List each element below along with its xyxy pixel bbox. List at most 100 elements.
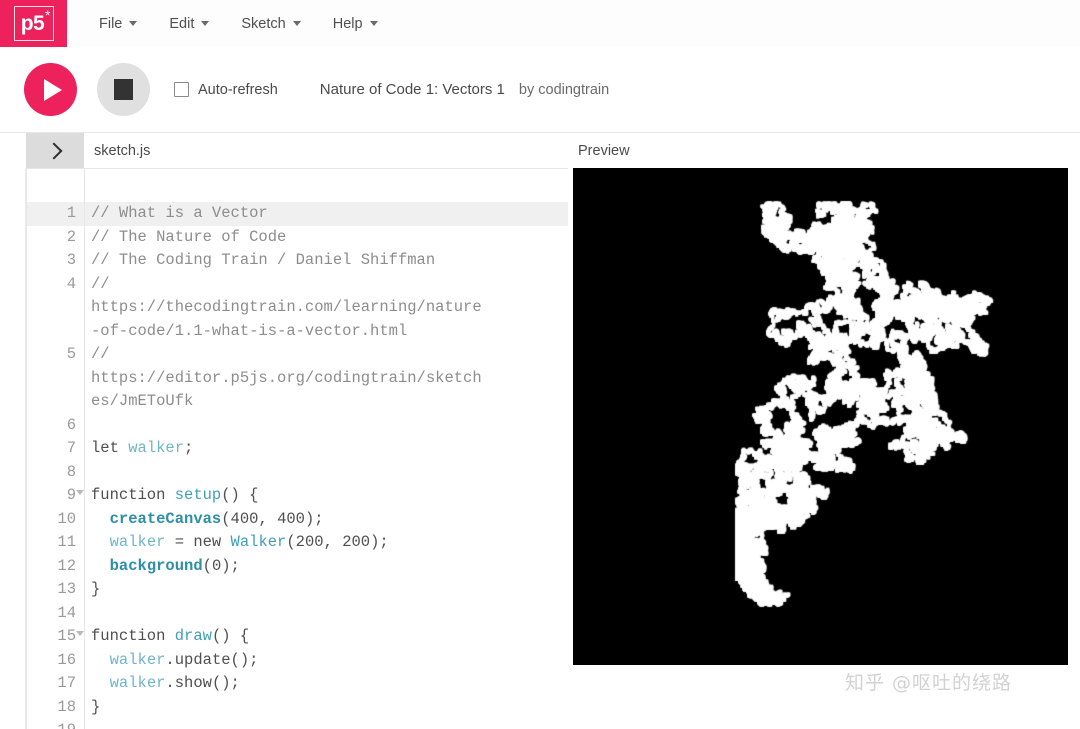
- sketch-canvas-container[interactable]: [573, 168, 1068, 665]
- code-token: walker: [109, 650, 166, 669]
- line-number: 8: [66, 462, 76, 481]
- chevron-right-icon: [45, 142, 62, 159]
- code-token: https://editor.p5js.org/codingtrain/sket…: [91, 368, 482, 387]
- code-token: =: [165, 533, 194, 551]
- auto-refresh-toggle[interactable]: Auto-refresh: [174, 82, 278, 98]
- sketch-title[interactable]: Nature of Code 1: Vectors 1: [320, 81, 505, 98]
- file-tab-label: sketch.js: [94, 142, 151, 159]
- line-number: 7: [66, 439, 76, 457]
- editor-gutter: 12345678910111213141516171819: [27, 169, 85, 729]
- code-token: -of-code/1.1-what-is-a-vector.html: [91, 321, 408, 340]
- code-editor[interactable]: 12345678910111213141516171819 // What is…: [26, 168, 568, 729]
- chevron-down-icon: [292, 21, 301, 26]
- line-number: 11: [57, 533, 76, 551]
- sketch-author[interactable]: by codingtrain: [519, 82, 609, 98]
- code-token: );: [304, 509, 324, 528]
- random-walker-canvas[interactable]: [573, 168, 1068, 665]
- stop-button[interactable]: [97, 63, 150, 116]
- toolbar: Auto-refresh Nature of Code 1: Vectors 1…: [0, 47, 1080, 133]
- menu-item-file-label: File: [99, 15, 123, 32]
- code-line: walker.show();: [85, 672, 568, 696]
- line-number: 14: [57, 603, 76, 622]
- menu-item-file[interactable]: File: [83, 0, 153, 47]
- code-token: setup: [174, 486, 222, 504]
- line-number: [27, 367, 84, 391]
- menu-item-sketch[interactable]: Sketch: [225, 0, 316, 47]
- code-token: }: [91, 697, 101, 716]
- code-token: ,: [258, 509, 278, 528]
- menu-item-edit[interactable]: Edit: [153, 0, 225, 47]
- auto-refresh-checkbox[interactable]: [174, 82, 189, 97]
- code-line: createCanvas(400, 400);: [85, 508, 568, 532]
- play-button[interactable]: [24, 63, 77, 116]
- panel-header-row: sketch.js Preview: [0, 133, 1080, 168]
- p5-logo-text: p5: [20, 12, 45, 35]
- code-token: Walker: [230, 533, 287, 551]
- code-token: ();: [230, 650, 259, 669]
- code-line: -of-code/1.1-what-is-a-vector.html: [85, 320, 568, 344]
- line-number: 1: [27, 202, 84, 226]
- code-token: https://thecodingtrain.com/learning/natu…: [91, 298, 482, 316]
- menu-item-edit-label: Edit: [169, 15, 195, 32]
- code-token: );: [370, 533, 389, 551]
- code-token: 200: [342, 533, 371, 551]
- preview-header: Preview: [578, 133, 630, 168]
- stop-icon: [114, 79, 133, 100]
- code-token: ;: [184, 439, 194, 457]
- line-number: 16: [57, 650, 76, 669]
- code-line: function setup() {: [85, 484, 568, 508]
- code-token: //: [91, 345, 119, 363]
- code-line: //: [85, 343, 568, 367]
- code-token: background: [109, 556, 203, 575]
- p5-logo-star-icon: *: [45, 7, 51, 23]
- menu-item-help-label: Help: [332, 15, 363, 32]
- code-line: // The Nature of Code: [85, 226, 568, 250]
- code-line: }: [85, 696, 568, 720]
- line-number: 4: [66, 274, 76, 293]
- line-number: 13: [57, 580, 76, 598]
- line-number: 19: [27, 719, 84, 729]
- code-token: ();: [211, 674, 240, 692]
- code-line: es/JmEToUfk: [85, 390, 568, 414]
- line-number: 3: [66, 251, 76, 269]
- file-tab-sketch-js[interactable]: sketch.js: [94, 133, 150, 168]
- code-token: walker: [128, 439, 185, 457]
- menu-item-help[interactable]: Help: [317, 0, 394, 47]
- code-token: new: [193, 533, 231, 551]
- code-token: draw: [174, 627, 212, 645]
- code-line: // What is a Vector: [85, 202, 568, 226]
- code-content[interactable]: // What is a Vector // The Nature of Code…: [85, 169, 568, 729]
- chevron-down-icon: [129, 21, 138, 26]
- line-number: 9: [27, 484, 84, 508]
- code-token: // The Nature of Code: [91, 227, 287, 246]
- menu-bar: p5 * File Edit Sketch Help: [0, 0, 1080, 48]
- menu-item-sketch-label: Sketch: [241, 15, 286, 32]
- line-number: 5: [66, 345, 76, 363]
- code-token: );: [221, 556, 240, 575]
- code-token: () {: [221, 486, 259, 504]
- fold-triangle-icon[interactable]: [76, 490, 84, 495]
- play-icon: [44, 78, 62, 101]
- code-token: }: [91, 580, 101, 598]
- preview-pane: [568, 168, 1080, 729]
- code-line: https://editor.p5js.org/codingtrain/sket…: [85, 367, 568, 391]
- code-token: 400: [230, 509, 259, 528]
- sidebar-toggle-button[interactable]: [26, 133, 84, 168]
- zhihu-watermark: 知乎 @呕吐的绕路: [845, 672, 1013, 694]
- fold-triangle-icon[interactable]: [76, 631, 84, 636]
- code-line: function draw() {: [85, 625, 568, 649]
- code-token: (: [202, 556, 212, 575]
- code-line: background(0);: [85, 555, 568, 579]
- code-line: // The Coding Train / Daniel Shiffman: [85, 249, 568, 273]
- code-token: .: [165, 650, 175, 669]
- preview-label-text: Preview: [578, 142, 630, 159]
- code-line: }: [85, 578, 568, 602]
- p5-logo[interactable]: p5 *: [0, 0, 67, 47]
